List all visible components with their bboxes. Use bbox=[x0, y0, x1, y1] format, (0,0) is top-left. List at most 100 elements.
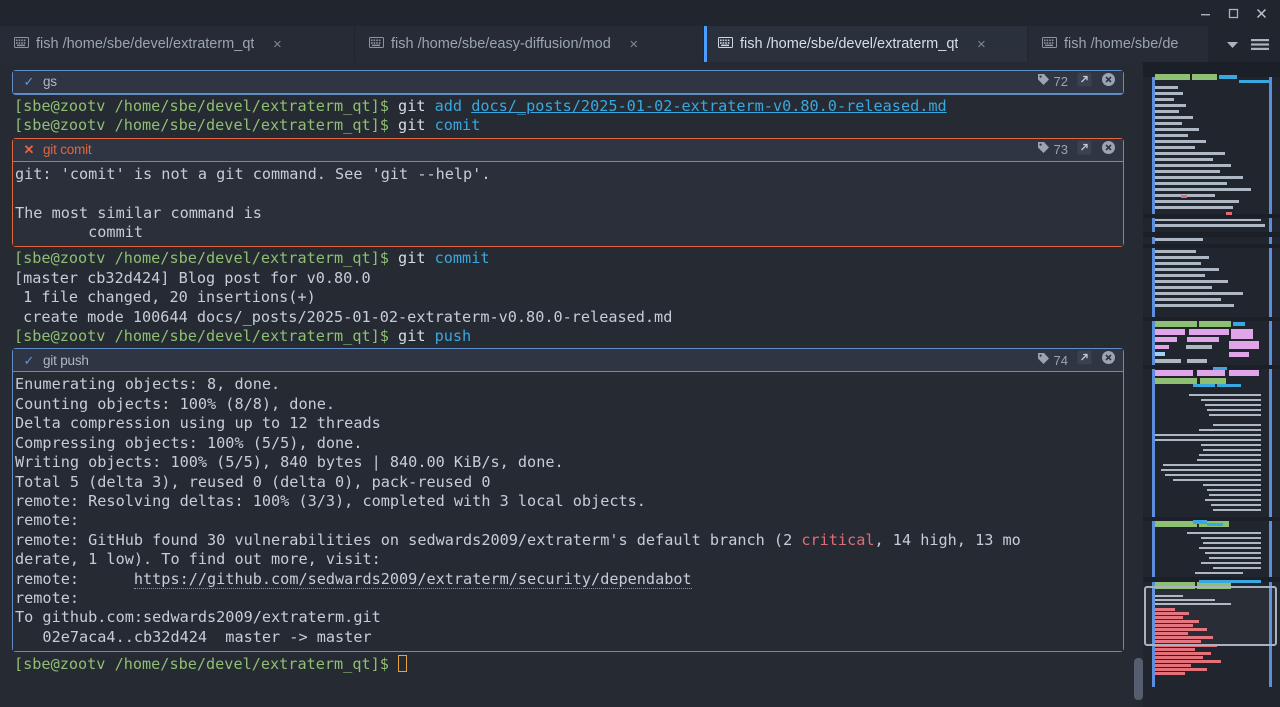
window-controls bbox=[1192, 2, 1274, 24]
terminal-line: To github.com:sedwards2009/extraterm.git bbox=[15, 608, 381, 627]
terminal-line: [sbe@zootv /home/sbe/devel/extraterm_qt]… bbox=[0, 116, 1133, 135]
vuln-text-pre: remote: GitHub found 30 vulnerabilities … bbox=[15, 530, 802, 549]
terminal-line: remote: GitHub found 30 vulnerabilities … bbox=[13, 531, 1123, 550]
tab-close-icon[interactable]: × bbox=[264, 31, 290, 57]
scrollbar-thumb[interactable] bbox=[1134, 658, 1143, 700]
tab-bar-actions bbox=[1221, 26, 1280, 62]
minimize-button[interactable] bbox=[1192, 2, 1218, 24]
file-path-link[interactable]: docs/_posts/2025-01-02-extraterm-v0.80.0… bbox=[471, 97, 946, 115]
command-frame-gs[interactable]: ✓ gs 72 bbox=[12, 70, 1124, 95]
popout-icon[interactable] bbox=[1077, 140, 1092, 160]
command-frame-git-comit[interactable]: ✕ git comit 73 git: 'comit' is not a git… bbox=[12, 137, 1124, 248]
close-circle-icon[interactable] bbox=[1101, 140, 1116, 160]
terminal-line: 1 file changed, 20 insertions(+) bbox=[14, 288, 316, 307]
terminal-line: Enumerating objects: 8, done. bbox=[15, 375, 281, 394]
command-name: git bbox=[398, 327, 435, 346]
frame-title: git push bbox=[43, 352, 89, 368]
keyboard-icon bbox=[1042, 36, 1057, 52]
tab-label: fish /home/sbe/de bbox=[1064, 36, 1179, 52]
terminal-line: The most similar command is bbox=[15, 203, 262, 222]
command-arg: comit bbox=[434, 116, 481, 135]
close-circle-icon[interactable] bbox=[1101, 72, 1116, 92]
terminal-line: 02e7aca4..cb32d424 master -> master bbox=[15, 627, 372, 646]
title-bar: fish /home/sbe/devel/extraterm_qt × fish… bbox=[0, 0, 1280, 62]
terminal-line: remote: bbox=[15, 588, 80, 607]
tab-label: fish /home/sbe/easy-diffusion/mod bbox=[391, 36, 611, 52]
frame-tools: 73 bbox=[1037, 140, 1119, 160]
minimap-viewport-indicator[interactable] bbox=[1144, 586, 1277, 646]
shell-prompt: [sbe@zootv /home/sbe/devel/extraterm_qt]… bbox=[14, 97, 389, 115]
tab-label: fish /home/sbe/devel/extraterm_qt bbox=[740, 36, 959, 52]
vuln-text-post: , 14 high, 13 mo bbox=[874, 530, 1021, 549]
terminal-line: [sbe@zootv /home/sbe/devel/extraterm_qt]… bbox=[0, 327, 1133, 346]
command-arg: commit bbox=[434, 249, 490, 268]
frame-header[interactable]: ✓ gs 72 bbox=[13, 71, 1123, 94]
terminal-minimap[interactable] bbox=[1143, 62, 1280, 707]
shell-prompt: [sbe@zootv /home/sbe/devel/extraterm_qt]… bbox=[14, 655, 389, 674]
shell-prompt: [sbe@zootv /home/sbe/devel/extraterm_qt]… bbox=[14, 249, 389, 268]
terminal-line: Writing objects: 100% (5/5), 840 bytes |… bbox=[15, 453, 564, 472]
check-icon: ✓ bbox=[23, 74, 35, 90]
close-circle-icon[interactable] bbox=[1101, 350, 1116, 370]
terminal-line: [master cb32d424] Blog post for v0.80.0 bbox=[14, 268, 371, 287]
command-name: git bbox=[398, 249, 435, 268]
frame-tag: 73 bbox=[1037, 140, 1068, 159]
terminal-output[interactable]: ✓ gs 72 [sbe@zootv /home/sbe/devel/extra… bbox=[0, 62, 1133, 707]
tag-icon bbox=[1037, 351, 1050, 370]
frame-title: git comit bbox=[43, 142, 92, 158]
popout-icon[interactable] bbox=[1077, 350, 1092, 370]
tab-close-icon[interactable]: × bbox=[621, 31, 647, 57]
frame-header[interactable]: ✕ git comit 73 bbox=[13, 138, 1123, 162]
frame-body: git: 'comit' is not a git command. See '… bbox=[13, 161, 1123, 247]
frame-title: gs bbox=[43, 74, 57, 90]
terminal-line: remote: Resolving deltas: 100% (3/3), co… bbox=[15, 491, 646, 510]
command-frame-git-push[interactable]: ✓ git push 74 Enumerating objects: 8, do… bbox=[12, 348, 1124, 653]
cross-icon: ✕ bbox=[23, 142, 35, 158]
frame-tools: 72 bbox=[1037, 72, 1119, 92]
tab-close-icon[interactable]: × bbox=[968, 31, 994, 57]
keyboard-icon bbox=[14, 36, 29, 52]
tab-3[interactable]: fish /home/sbe/de bbox=[1028, 26, 1208, 62]
command-arg: add bbox=[434, 97, 472, 115]
popout-icon[interactable] bbox=[1077, 72, 1092, 92]
frame-tag: 74 bbox=[1037, 351, 1068, 370]
check-icon: ✓ bbox=[23, 352, 35, 368]
terminal-line: Counting objects: 100% (8/8), done. bbox=[15, 394, 336, 413]
command-name: git bbox=[398, 116, 435, 135]
shell-prompt: [sbe@zootv /home/sbe/devel/extraterm_qt]… bbox=[14, 327, 389, 346]
text-cursor bbox=[398, 655, 408, 673]
tab-1[interactable]: fish /home/sbe/easy-diffusion/mod × bbox=[355, 26, 704, 62]
close-button[interactable] bbox=[1248, 2, 1274, 24]
keyboard-icon bbox=[369, 36, 384, 52]
shell-prompt: [sbe@zootv /home/sbe/devel/extraterm_qt]… bbox=[14, 116, 389, 135]
dependabot-url-link[interactable]: https://github.com/sedwards2009/extrater… bbox=[133, 569, 692, 589]
vuln-critical-count: critical bbox=[801, 530, 875, 549]
terminal-line-current: [sbe@zootv /home/sbe/devel/extraterm_qt]… bbox=[0, 655, 1133, 674]
frame-tools: 74 bbox=[1037, 350, 1119, 370]
remote-prefix: remote: bbox=[15, 569, 134, 588]
frame-tag-number: 72 bbox=[1053, 74, 1068, 90]
terminal-line: create mode 100644 docs/_posts/2025-01-0… bbox=[14, 307, 673, 326]
terminal-line: remote: bbox=[15, 511, 80, 530]
frame-header[interactable]: ✓ git push 74 bbox=[13, 349, 1123, 373]
frame-tag-number: 74 bbox=[1053, 352, 1068, 368]
terminal-line: Total 5 (delta 3), reused 0 (delta 0), p… bbox=[15, 472, 491, 491]
command-name: git bbox=[398, 97, 435, 115]
terminal-line: Compressing objects: 100% (5/5), done. bbox=[15, 433, 363, 452]
maximize-button[interactable] bbox=[1220, 2, 1246, 24]
command-arg: push bbox=[434, 327, 472, 346]
tab-2-active[interactable]: fish /home/sbe/devel/extraterm_qt × bbox=[704, 26, 1028, 62]
terminal-line: derate, 1 low). To find out more, visit: bbox=[15, 550, 381, 569]
terminal-line: commit bbox=[15, 223, 144, 242]
terminal-line: Delta compression using up to 12 threads bbox=[15, 414, 381, 433]
hamburger-menu-icon[interactable] bbox=[1250, 37, 1270, 52]
terminal-line: remote: https://github.com/sedwards2009/… bbox=[13, 569, 1123, 589]
frame-tag-number: 73 bbox=[1053, 142, 1068, 158]
terminal-line: [sbe@zootv /home/sbe/devel/extraterm_qt]… bbox=[0, 97, 1133, 116]
tag-icon bbox=[1037, 72, 1050, 91]
keyboard-icon bbox=[718, 36, 733, 52]
chevron-down-icon[interactable] bbox=[1225, 39, 1240, 50]
tab-0[interactable]: fish /home/sbe/devel/extraterm_qt × bbox=[0, 26, 355, 62]
tab-label: fish /home/sbe/devel/extraterm_qt bbox=[36, 36, 255, 52]
